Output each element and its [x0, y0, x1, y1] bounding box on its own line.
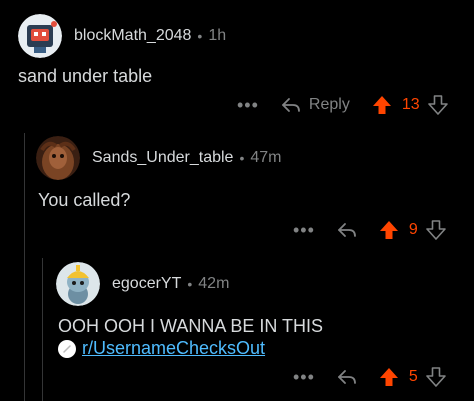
vote-count: 13 — [401, 96, 420, 113]
comment-actions: ••• Reply 13 — [237, 95, 448, 115]
comment-actions: ••• 9 — [293, 220, 446, 240]
reply-button[interactable] — [337, 369, 357, 385]
downvote-arrow-icon[interactable] — [426, 220, 446, 240]
timestamp: 1h — [208, 27, 227, 44]
reply-button[interactable] — [337, 222, 357, 238]
timestamp: 47m — [250, 149, 282, 166]
reply-arrow-icon — [338, 223, 356, 237]
username[interactable]: Sands_Under_table — [92, 149, 233, 167]
vote-count: 5 — [408, 368, 418, 385]
avatar[interactable] — [18, 14, 62, 58]
downvote-arrow-icon[interactable] — [426, 367, 446, 387]
comment-header: Sands_Under_table • 47m — [36, 136, 281, 180]
thread-line[interactable] — [24, 133, 25, 401]
subreddit-mention: r/UsernameChecksOut — [58, 338, 265, 359]
reply-button[interactable]: Reply — [281, 96, 350, 114]
vote-count: 9 — [408, 221, 418, 238]
upvote-arrow-icon[interactable] — [379, 367, 399, 387]
more-options-button[interactable]: ••• — [293, 221, 315, 239]
reply-label: Reply — [308, 96, 350, 113]
comment-header: egocerYT • 42m — [56, 262, 229, 306]
comment-header: blockMath_2048 • 1h — [18, 14, 226, 58]
upvote-arrow-icon[interactable] — [372, 95, 392, 115]
avatar[interactable] — [36, 136, 80, 180]
comment-actions: ••• 5 — [293, 367, 446, 387]
comment-body: sand under table — [18, 66, 153, 86]
separator-dot: • — [197, 28, 203, 44]
subreddit-icon — [58, 339, 76, 358]
separator-dot: • — [187, 276, 193, 292]
more-options-button[interactable]: ••• — [293, 368, 315, 386]
separator-dot: • — [239, 150, 245, 166]
timestamp: 42m — [198, 275, 230, 292]
subreddit-link[interactable]: r/UsernameChecksOut — [82, 338, 265, 359]
comment-body: You called? — [38, 190, 131, 210]
thread-line[interactable] — [42, 258, 43, 401]
reply-arrow-icon — [338, 370, 356, 384]
downvote-arrow-icon[interactable] — [427, 95, 448, 115]
username[interactable]: blockMath_2048 — [74, 27, 191, 45]
comment-body: OOH OOH I WANNA BE IN THIS — [58, 316, 324, 336]
avatar[interactable] — [56, 262, 100, 306]
upvote-arrow-icon[interactable] — [379, 220, 399, 240]
reply-arrow-icon — [282, 98, 300, 112]
more-options-button[interactable]: ••• — [237, 96, 259, 114]
username[interactable]: egocerYT — [112, 275, 181, 293]
